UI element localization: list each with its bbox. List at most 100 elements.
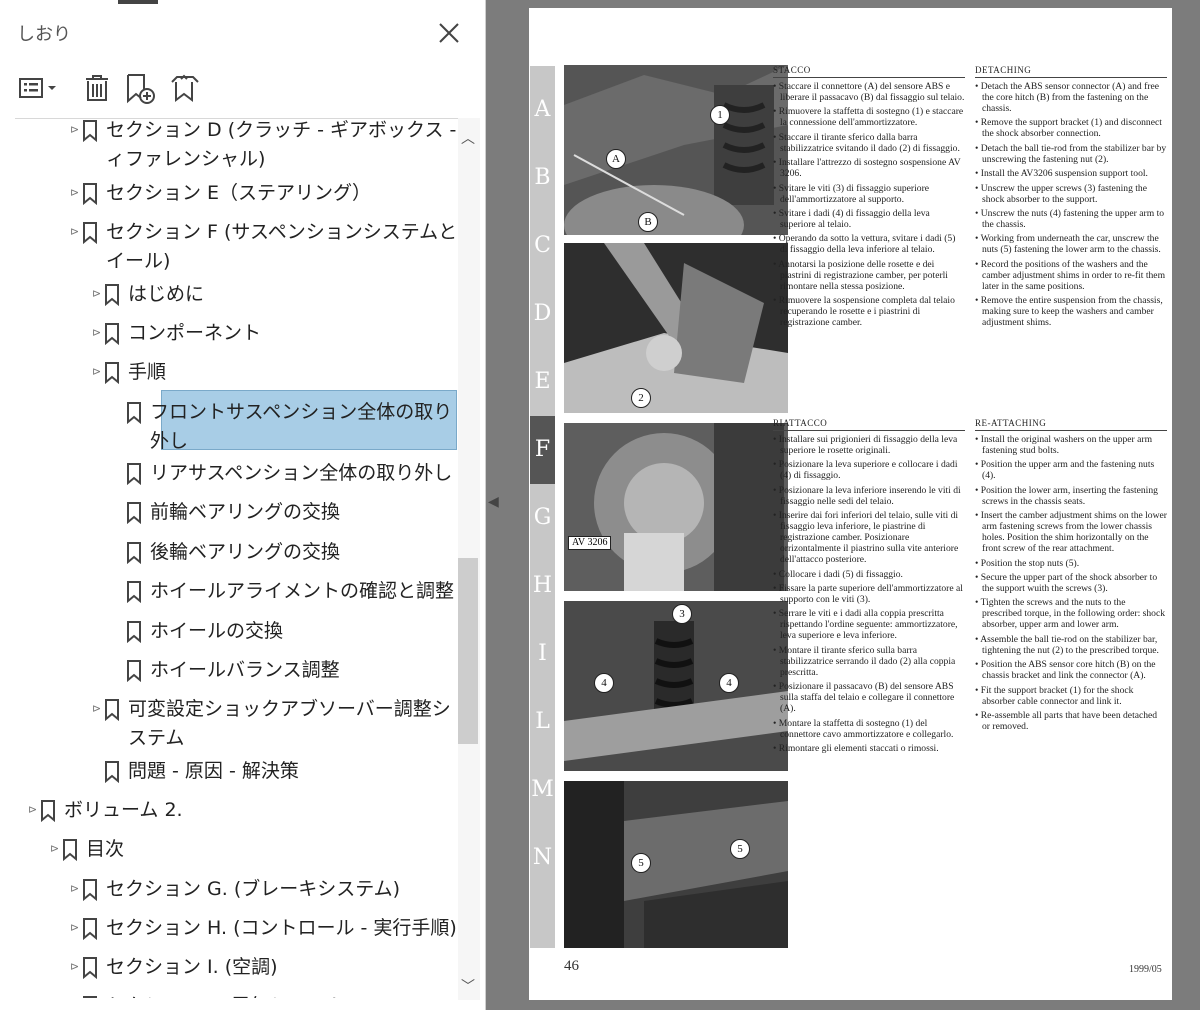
expand-toggle-icon[interactable]: ⊳ bbox=[70, 123, 79, 136]
instruction-step: • Detach the ABS sensor connector (A) an… bbox=[975, 81, 1159, 114]
bookmark-item[interactable]: ⊳ セクション H. (コントロール - 実行手順) bbox=[0, 912, 458, 948]
bookmark-item[interactable]: ⊳セクション L (電気システム) bbox=[0, 990, 458, 998]
bookmark-item[interactable]: ⊳ セクション I. (空調) bbox=[0, 951, 458, 987]
instruction-step: • Detach the ball tie-rod from the stabi… bbox=[975, 142, 1167, 165]
bookmark-icon bbox=[83, 879, 97, 901]
figure-photo-5: 5 5 bbox=[564, 781, 788, 948]
expand-bookmark-icon[interactable] bbox=[168, 70, 202, 106]
instruction-step: • Remove the support bracket (1) and dis… bbox=[975, 117, 1162, 140]
panel-title: しおり bbox=[17, 24, 71, 45]
bookmark-icon bbox=[127, 581, 141, 603]
expand-toggle-icon[interactable]: ⊳ bbox=[92, 702, 101, 715]
page-date: 1999/05 bbox=[1129, 964, 1162, 975]
instruction-step: • Rimontare gli elementi staccati o rimo… bbox=[773, 742, 939, 754]
bookmark-label-cont: 外し bbox=[150, 430, 189, 452]
add-bookmark-icon[interactable] bbox=[124, 70, 158, 106]
bookmark-item[interactable]: ⊳ 可変設定ショックアブソーバー調整シ ステム bbox=[0, 693, 458, 749]
en-attach-title: Re-attaching bbox=[975, 418, 1167, 431]
instruction-step: • Staccare il tirante sferico dalla barr… bbox=[773, 131, 960, 154]
it-detach-section: Stacco • Staccare il connettore (A) del … bbox=[773, 65, 965, 332]
section-tab-b: B bbox=[534, 165, 551, 190]
callout-5a: 5 bbox=[631, 853, 651, 873]
trash-icon[interactable] bbox=[82, 70, 112, 106]
instruction-step: • Annotarsi la posizione delle rosette e… bbox=[773, 258, 948, 292]
bookmark-icon bbox=[41, 800, 55, 822]
expand-toggle-icon[interactable]: ⊳ bbox=[50, 842, 59, 855]
bookmark-item[interactable]: ⊳ 目次 bbox=[0, 833, 458, 869]
scrollbar-thumb[interactable] bbox=[458, 558, 478, 744]
bookmark-label-cont: ィファレンシャル) bbox=[106, 148, 266, 170]
bookmark-icon bbox=[127, 502, 141, 524]
expand-toggle-icon[interactable]: ⊳ bbox=[92, 326, 101, 339]
bookmark-label: セクション D (クラッチ - ギアボックス - デ bbox=[106, 119, 458, 141]
instruction-step: • Position the stop nuts (5). bbox=[975, 557, 1080, 569]
callout-4a: 4 bbox=[594, 673, 614, 693]
expand-toggle-icon[interactable]: ⊳ bbox=[70, 225, 79, 238]
options-icon[interactable] bbox=[18, 70, 60, 106]
bookmark-label: ホイールアライメントの確認と調整 bbox=[150, 580, 455, 602]
bookmark-item[interactable]: ⊳ セクション E（ステアリング） bbox=[0, 177, 458, 213]
instruction-step: • Tighten the screws and the nuts to the… bbox=[975, 597, 1166, 631]
instruction-step: • Position the upper arm and the fasteni… bbox=[975, 459, 1155, 482]
instruction-step: • Posizionare la leva superiore e colloc… bbox=[773, 459, 958, 482]
bookmark-item[interactable]: フロントサスペンション全体の取り 外し bbox=[0, 396, 458, 452]
bookmark-item[interactable]: ⊳ セクション F (サスペンションシステムとホ イール) bbox=[0, 216, 458, 272]
bookmark-item[interactable]: ⊳ コンポーネント bbox=[0, 317, 458, 353]
instruction-step: • Posizionare la leva inferiore inserend… bbox=[773, 484, 961, 507]
bookmark-item[interactable]: ホイールアライメントの確認と調整 bbox=[0, 575, 458, 611]
bookmark-label: ホイールバランス調整 bbox=[150, 659, 340, 681]
bookmark-icon bbox=[83, 996, 97, 998]
page-number: 46 bbox=[564, 958, 579, 974]
figure-caption: AV 3206 bbox=[568, 536, 612, 550]
bookmark-item[interactable]: ホイールの交換 bbox=[0, 615, 458, 651]
bookmark-label: セクション F (サスペンションシステムとホ bbox=[106, 221, 458, 243]
bookmark-item[interactable]: ⊳ セクション D (クラッチ - ギアボックス - ディファレンシャル) bbox=[0, 118, 458, 170]
expand-toggle-icon[interactable]: ⊳ bbox=[70, 186, 79, 199]
en-attach-section: Re-attaching • Install the original wash… bbox=[975, 418, 1167, 735]
bookmark-item[interactable]: ⊳ 手順 bbox=[0, 356, 458, 392]
bookmark-icon bbox=[83, 183, 97, 205]
callout-1: 1 bbox=[710, 105, 730, 125]
instruction-step: • Rimuovere la sospensione completa dal … bbox=[773, 295, 955, 329]
instruction-step: • Unscrew the upper screws (3) fastening… bbox=[975, 182, 1147, 205]
bookmarks-panel: しおり ⊳ セクション D (クラッチ - ギアボックス - ディファレンシャル)… bbox=[0, 0, 486, 1010]
instruction-step: • Montare la staffetta di sostegno (1) d… bbox=[773, 717, 954, 740]
scroll-up-icon[interactable]: ︿ bbox=[461, 128, 475, 148]
close-icon[interactable] bbox=[434, 18, 464, 48]
bookmark-item[interactable]: ホイールバランス調整 bbox=[0, 654, 458, 690]
bookmark-item[interactable]: 後輪ベアリングの交換 bbox=[0, 536, 458, 572]
expand-toggle-icon[interactable]: ⊳ bbox=[92, 287, 101, 300]
en-detach-section: Detaching • Detach the ABS sensor connec… bbox=[975, 65, 1167, 332]
collapse-panel-icon[interactable]: ◀ bbox=[488, 494, 499, 510]
callout-b: B bbox=[638, 212, 658, 232]
bookmark-label: セクション I. (空調) bbox=[106, 956, 278, 978]
expand-toggle-icon[interactable]: ⊳ bbox=[70, 882, 79, 895]
bookmark-label: はじめに bbox=[128, 283, 205, 305]
bookmark-item[interactable]: ⊳ セクション G. (ブレーキシステム) bbox=[0, 873, 458, 909]
bookmark-item[interactable]: ⊳ はじめに bbox=[0, 278, 458, 314]
instruction-step: • Install the original washers on the up… bbox=[975, 434, 1153, 456]
instruction-step: • Svitare le viti (3) di fissaggio super… bbox=[773, 182, 930, 205]
bookmark-item[interactable]: リアサスペンション全体の取り外し bbox=[0, 457, 458, 493]
bookmark-item[interactable]: ⊳ ボリューム 2. bbox=[0, 794, 458, 830]
bookmark-icon bbox=[127, 402, 141, 424]
bookmark-label: 問題 - 原因 - 解決策 bbox=[128, 760, 299, 782]
figure-photo-3: AV 3206 bbox=[564, 423, 788, 591]
section-tab-l: L bbox=[535, 709, 550, 734]
bookmark-label: 手順 bbox=[128, 361, 167, 383]
en-detach-list: • Detach the ABS sensor connector (A) an… bbox=[975, 81, 1167, 328]
expand-toggle-icon[interactable]: ⊳ bbox=[70, 921, 79, 934]
expand-toggle-icon[interactable]: ⊳ bbox=[92, 365, 101, 378]
figure-photo-1: 1 A B bbox=[564, 65, 788, 235]
instruction-step: • Unscrew the nuts (4) fastening the upp… bbox=[975, 207, 1165, 230]
bookmark-item[interactable]: 問題 - 原因 - 解決策 bbox=[0, 755, 458, 791]
figure-photo-4: 3 4 4 bbox=[564, 601, 788, 771]
expand-toggle-icon[interactable]: ⊳ bbox=[28, 803, 37, 816]
bookmark-label: セクション G. (ブレーキシステム) bbox=[106, 878, 401, 900]
callout-3: 3 bbox=[672, 604, 692, 624]
expand-toggle-icon[interactable]: ⊳ bbox=[70, 960, 79, 973]
bookmark-icon bbox=[127, 542, 141, 564]
scroll-down-icon[interactable]: ﹀ bbox=[461, 976, 475, 996]
bookmark-item[interactable]: 前輪ベアリングの交換 bbox=[0, 496, 458, 532]
bookmark-label: 前輪ベアリングの交換 bbox=[150, 501, 341, 523]
